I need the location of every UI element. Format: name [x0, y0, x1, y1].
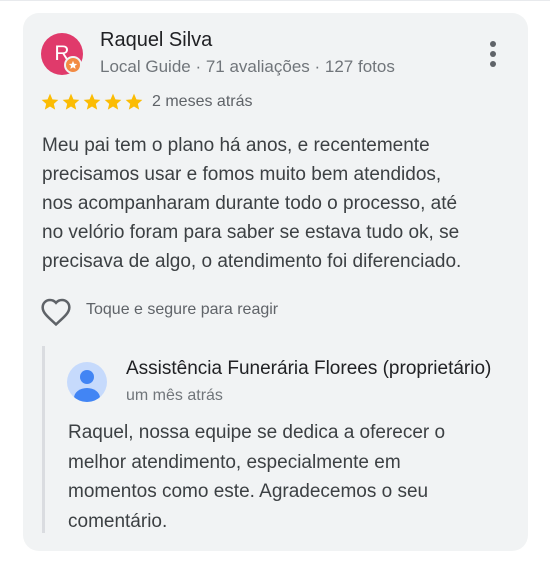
star-icon — [103, 92, 123, 114]
reviewer-meta: Local Guide · 71 avaliações · 127 fotos — [100, 57, 395, 76]
star-icon — [124, 92, 144, 114]
review-text: Meu pai tem o plano há anos, e recenteme… — [42, 135, 462, 272]
default-person-avatar-icon — [67, 362, 107, 402]
owner-name: Assistência Funerária Florees (proprietá… — [126, 358, 492, 379]
review-date: 2 meses atrás — [152, 93, 253, 110]
reply-divider — [42, 346, 45, 533]
top-divider — [0, 0, 550, 1]
star-rating — [40, 92, 144, 114]
star-icon — [61, 92, 81, 114]
reviewer-name[interactable]: Raquel Silva — [100, 29, 212, 52]
reply-text: Raquel, nossa equipe se dedica a oferece… — [68, 422, 446, 532]
more-vert-icon[interactable] — [480, 38, 506, 70]
star-icon — [40, 92, 60, 114]
star-icon — [82, 92, 102, 114]
heart-outline-icon[interactable] — [40, 297, 72, 327]
react-hint: Toque e segure para reagir — [86, 301, 279, 318]
reply-date: um mês atrás — [126, 387, 223, 404]
local-guide-star-icon — [64, 56, 82, 74]
